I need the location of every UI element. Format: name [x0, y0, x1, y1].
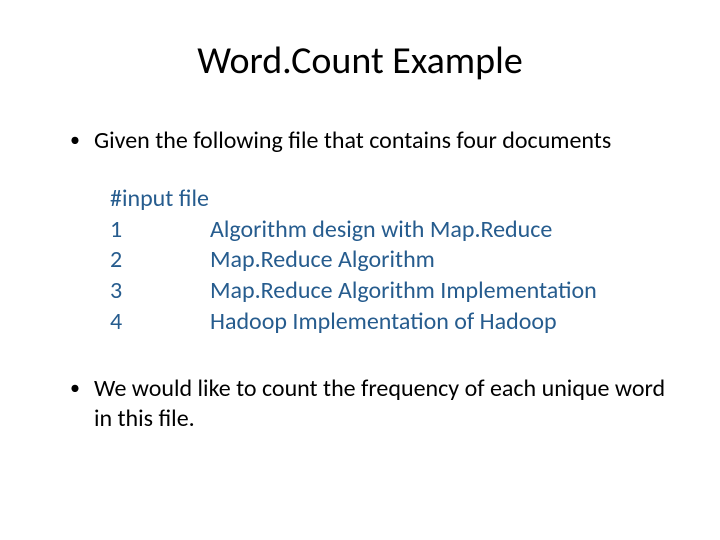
- input-file-id: 3: [110, 276, 210, 307]
- input-file-row: 4 Hadoop Implementation of Hadoop: [110, 307, 670, 338]
- input-file-doc: Hadoop Implementation of Hadoop: [210, 307, 670, 338]
- input-file-doc: Map.Reduce Algorithm Implementation: [210, 276, 670, 307]
- input-file-row: 3 Map.Reduce Algorithm Implementation: [110, 276, 670, 307]
- bullet-dot-icon: •: [70, 374, 80, 402]
- bullet-text: We would like to count the frequency of …: [94, 374, 670, 434]
- input-file-block: #input file 1 Algorithm design with Map.…: [50, 184, 670, 338]
- bullet-text: Given the following file that contains f…: [94, 126, 670, 156]
- input-file-doc: Map.Reduce Algorithm: [210, 245, 670, 276]
- input-file-id: 1: [110, 215, 210, 246]
- input-file-row: 2 Map.Reduce Algorithm: [110, 245, 670, 276]
- input-file-header: #input file: [110, 184, 670, 215]
- input-file-id: 4: [110, 307, 210, 338]
- slide-title: Word.Count Example: [50, 38, 670, 84]
- bullet-dot-icon: •: [70, 126, 80, 154]
- bullet-item-1: • Given the following file that contains…: [50, 126, 670, 156]
- input-file-doc: Algorithm design with Map.Reduce: [210, 215, 670, 246]
- input-file-id: 2: [110, 245, 210, 276]
- bullet-item-2: • We would like to count the frequency o…: [50, 374, 670, 434]
- input-file-row: 1 Algorithm design with Map.Reduce: [110, 215, 670, 246]
